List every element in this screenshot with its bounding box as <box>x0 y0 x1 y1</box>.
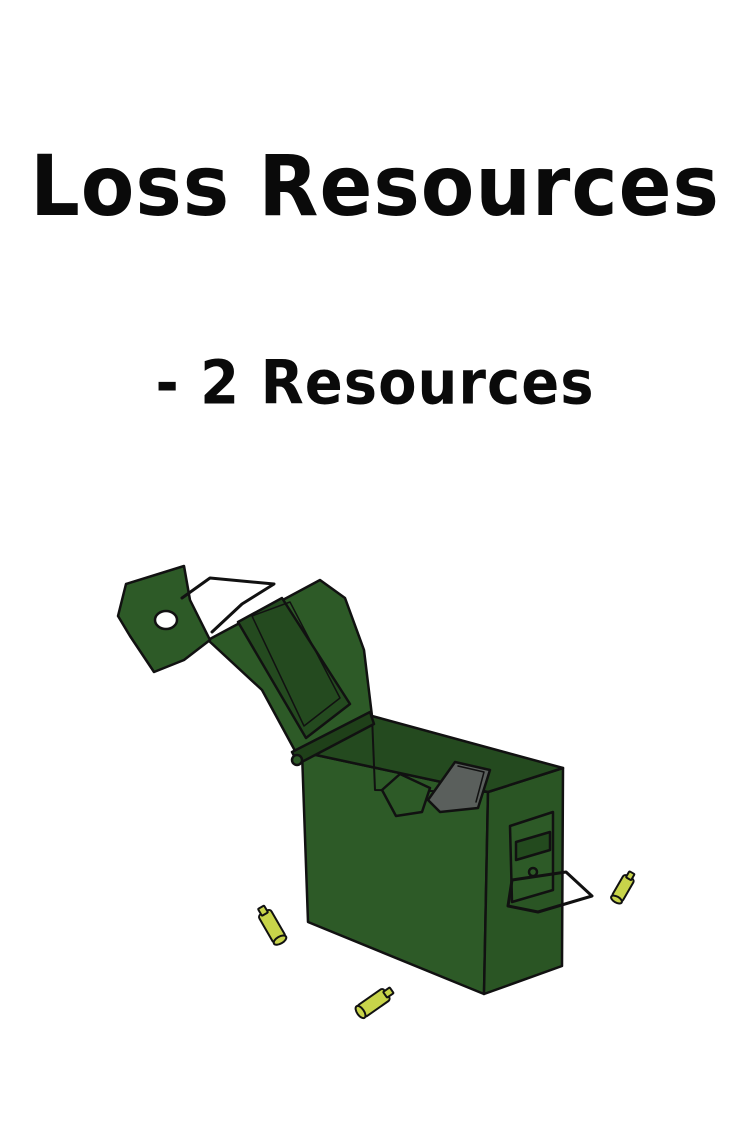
shell-casing-icon <box>257 904 288 946</box>
card-title: Loss Resources <box>30 138 720 236</box>
shell-casing-icon <box>354 986 395 1020</box>
open-ammo-box-illustration <box>116 564 636 1020</box>
shell-casing-icon <box>610 870 636 905</box>
ammo-box-icon <box>116 564 594 996</box>
card-effect: - 2 Resources <box>155 348 595 419</box>
